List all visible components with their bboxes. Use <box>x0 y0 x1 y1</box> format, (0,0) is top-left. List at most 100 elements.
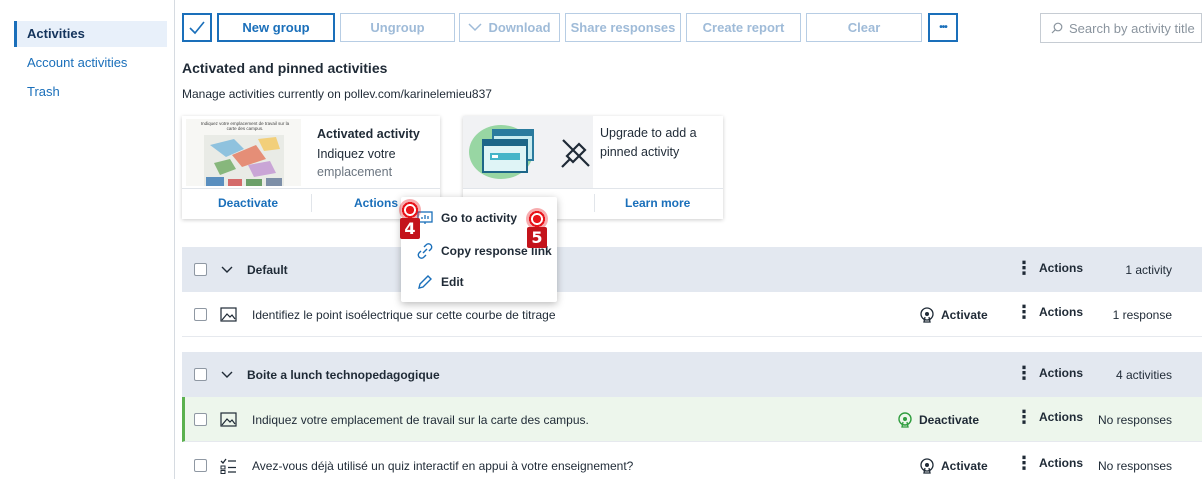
new-group-label: New group <box>242 20 310 35</box>
image-activity-icon <box>220 307 237 322</box>
activity-row-active[interactable]: Indiquez votre emplacement de travail su… <box>182 397 1202 442</box>
check-icon <box>189 20 205 34</box>
sidebar-item-activities[interactable]: Activities <box>14 21 167 47</box>
campus-map-image <box>204 135 284 186</box>
group-checkbox[interactable] <box>194 368 207 381</box>
download-button[interactable]: Download <box>459 13 560 42</box>
more-icon: ••• <box>939 22 947 33</box>
deactivate-button[interactable]: Deactivate <box>897 412 979 428</box>
kebab-icon: ⋮ <box>1015 407 1033 427</box>
kebab-icon: ⋮ <box>1015 258 1033 278</box>
sidebar: Activities Account activities Trash <box>0 0 175 479</box>
chevron-down-icon <box>221 266 233 273</box>
search-input[interactable] <box>1069 20 1199 36</box>
clear-button[interactable]: Clear <box>806 13 922 42</box>
download-label: Download <box>488 20 551 35</box>
card-action-divider <box>594 194 595 212</box>
activity-title: Avez-vous déjà utilisé un quiz interacti… <box>252 459 634 473</box>
row-actions-button[interactable]: ⋮ Actions <box>1015 453 1084 473</box>
row-checkbox[interactable] <box>194 308 207 321</box>
group-actions-button[interactable]: ⋮ Actions <box>1015 258 1084 278</box>
deactivate-link[interactable]: Deactivate <box>218 196 278 210</box>
activate-label: Activate <box>941 459 988 473</box>
pencil-icon <box>418 275 432 289</box>
link-icon <box>417 243 433 259</box>
broadcast-icon <box>898 412 912 428</box>
group-name: Default <box>247 263 288 277</box>
group-actions-button[interactable]: ⋮ Actions <box>1015 363 1084 383</box>
share-responses-button[interactable]: Share responses <box>565 13 681 42</box>
unpin-icon <box>561 139 590 168</box>
clear-label: Clear <box>847 20 881 35</box>
create-report-button[interactable]: Create report <box>686 13 801 42</box>
more-options-button[interactable]: ••• <box>928 13 958 42</box>
response-count: No responses <box>1097 413 1172 427</box>
row-actions-button[interactable]: ⋮ Actions <box>1015 407 1084 427</box>
group-row-boite-a-lunch[interactable]: Boite a lunch technopedagogique ⋮ Action… <box>182 352 1202 397</box>
share-responses-label: Share responses <box>570 20 676 35</box>
upgrade-illustration <box>463 116 593 188</box>
sidebar-item-account-activities[interactable]: Account activities <box>14 50 167 76</box>
sidebar-item-trash[interactable]: Trash <box>14 79 167 105</box>
group-name: Boite a lunch technopedagogique <box>247 368 440 382</box>
upgrade-text-line-2: pinned activity <box>600 145 680 159</box>
new-group-button[interactable]: New group <box>217 13 335 42</box>
kebab-icon: ⋮ <box>1015 302 1033 322</box>
activated-card-title: Activated activity <box>317 127 420 141</box>
group-actions-label: Actions <box>1039 366 1084 380</box>
menu-item-label: Edit <box>441 275 464 289</box>
upgrade-text-line-1: Upgrade to add a <box>600 126 697 140</box>
row-checkbox[interactable] <box>194 459 207 472</box>
row-actions-label: Actions <box>1039 305 1084 319</box>
kebab-icon: ⋮ <box>1015 453 1033 473</box>
row-actions-label: Actions <box>1039 410 1084 424</box>
search-icon <box>1051 22 1063 34</box>
activate-button[interactable]: Activate <box>919 458 988 474</box>
activated-card-line-1: Indiquez votre <box>317 147 396 161</box>
create-report-label: Create report <box>702 20 785 35</box>
response-count: No responses <box>1097 459 1172 473</box>
activity-title: Identifiez le point isoélectrique sur ce… <box>252 308 556 322</box>
click-marker-5: 5 <box>524 208 554 250</box>
learn-more-link[interactable]: Learn more <box>625 196 690 210</box>
broadcast-icon <box>920 307 934 323</box>
chevron-down-icon <box>468 23 482 32</box>
row-actions-label: Actions <box>1039 456 1084 470</box>
card-divider <box>463 188 723 189</box>
deactivate-label: Deactivate <box>919 413 980 427</box>
select-all-button[interactable] <box>182 13 212 42</box>
kebab-icon: ⋮ <box>1015 363 1033 383</box>
image-activity-icon <box>220 412 237 427</box>
search-box[interactable] <box>1040 13 1202 43</box>
activated-card-line-2: emplacement <box>317 165 393 179</box>
group-row-default[interactable]: Default ⋮ Actions 1 activity <box>182 247 1202 292</box>
chevron-down-icon <box>221 371 233 378</box>
ungroup-button[interactable]: Ungroup <box>340 13 455 42</box>
activity-row[interactable]: Identifiez le point isoélectrique sur ce… <box>182 292 1202 337</box>
activity-row[interactable]: Avez-vous déjà utilisé un quiz interacti… <box>182 443 1202 479</box>
step-number: 4 <box>400 218 420 239</box>
thumbnail-caption: Indiquez votre emplacement de travail su… <box>200 121 290 131</box>
group-activity-count: 4 activities <box>1115 368 1172 382</box>
menu-item-edit[interactable]: Edit <box>401 267 557 297</box>
multiple-choice-icon <box>220 458 236 474</box>
response-count: 1 response <box>1112 308 1172 322</box>
section-title: Activated and pinned activities <box>182 60 388 76</box>
group-checkbox[interactable] <box>194 263 207 276</box>
activity-thumbnail: Indiquez votre emplacement de travail su… <box>186 119 301 186</box>
ungroup-label: Ungroup <box>370 20 425 35</box>
broadcast-icon <box>920 458 934 474</box>
activate-label: Activate <box>941 308 988 322</box>
activity-title: Indiquez votre emplacement de travail su… <box>252 413 589 427</box>
row-actions-button[interactable]: ⋮ Actions <box>1015 302 1084 322</box>
card-actions-link[interactable]: Actions <box>354 196 398 210</box>
card-divider <box>182 188 440 189</box>
section-subtitle: Manage activities currently on pollev.co… <box>182 87 492 101</box>
card-action-divider <box>311 194 312 212</box>
group-actions-label: Actions <box>1039 261 1084 275</box>
row-checkbox[interactable] <box>194 413 207 426</box>
menu-item-label: Go to activity <box>441 211 518 225</box>
click-marker-4: 4 <box>397 199 427 241</box>
group-activity-count: 1 activity <box>1125 263 1172 277</box>
activate-button[interactable]: Activate <box>919 307 988 323</box>
